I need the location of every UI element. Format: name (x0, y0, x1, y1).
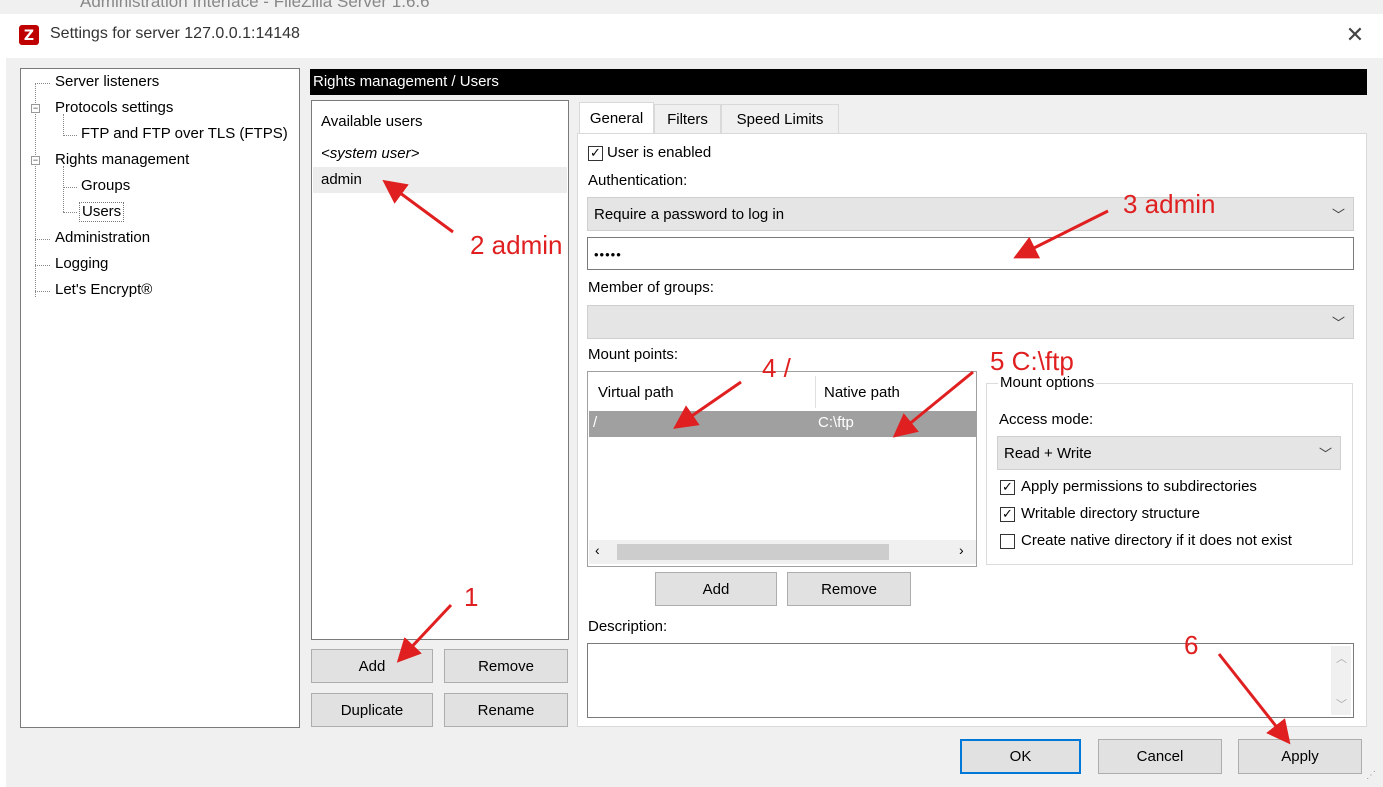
column-header-native-path[interactable]: Native path (824, 384, 900, 401)
scroll-up-icon[interactable]: ︿ (1336, 650, 1347, 666)
close-icon[interactable]: ✕ (1340, 20, 1370, 50)
remove-mount-button[interactable]: Remove (787, 572, 911, 606)
annotation-4: 4 / (762, 353, 791, 383)
background-window-titlebar: Administration Interface - FileZilla Ser… (0, 0, 1383, 14)
authentication-value: Require a password to log in (594, 205, 785, 223)
access-mode-value: Read + Write (1004, 444, 1092, 462)
horizontal-scrollbar[interactable]: ‹ › (589, 540, 976, 564)
writable-directory-checkbox[interactable]: ✓ (1000, 507, 1015, 522)
access-mode-label: Access mode: (999, 411, 1094, 428)
user-item-system[interactable]: <system user> (321, 145, 419, 162)
collapse-icon[interactable]: − (31, 156, 40, 165)
background-window-title: Administration Interface - FileZilla Ser… (80, 0, 430, 11)
cancel-button[interactable]: Cancel (1098, 739, 1222, 774)
annotation-2: 2 admin (470, 230, 563, 260)
users-list-heading: Available users (321, 113, 423, 130)
add-user-button[interactable]: Add (311, 649, 433, 683)
tab-speed-limits[interactable]: Speed Limits (721, 104, 839, 134)
svg-text:Z: Z (24, 28, 34, 44)
mount-virtual-path: / (593, 414, 598, 431)
tab-filters[interactable]: Filters (654, 104, 721, 134)
tree-item-administration[interactable]: Administration (55, 228, 150, 248)
scroll-right-icon[interactable]: › (959, 542, 964, 558)
filezilla-icon: Z (19, 25, 39, 45)
annotation-5: 5 C:\ftp (990, 346, 1074, 376)
password-field[interactable]: ••••• (587, 237, 1354, 270)
duplicate-user-button[interactable]: Duplicate (311, 693, 433, 727)
annotation-6: 6 (1184, 630, 1199, 660)
tree-item-lets-encrypt[interactable]: Let's Encrypt® (55, 280, 152, 300)
dialog-title: Settings for server 127.0.0.1:14148 (50, 25, 300, 42)
annotation-1: 1 (464, 582, 479, 612)
authentication-label: Authentication: (588, 172, 688, 189)
ok-button[interactable]: OK (960, 739, 1081, 774)
apply-button[interactable]: Apply (1238, 739, 1362, 774)
tree-item-server-listeners[interactable]: Server listeners (55, 72, 159, 92)
authentication-select[interactable]: Require a password to log in ﹀ (587, 197, 1354, 231)
remove-user-button[interactable]: Remove (444, 649, 568, 683)
create-native-directory-label: Create native directory if it does not e… (1021, 532, 1292, 549)
user-item-admin[interactable]: admin (321, 171, 362, 188)
groups-label: Member of groups: (588, 279, 714, 296)
apply-permissions-checkbox[interactable]: ✓ (1000, 480, 1015, 495)
tree-item-users[interactable]: Users (79, 202, 125, 222)
vertical-scrollbar[interactable]: ︿ ﹀ (1331, 646, 1351, 715)
scrollbar-thumb[interactable] (617, 544, 889, 560)
resize-grip-icon[interactable]: ⋰ (1366, 770, 1376, 781)
tree-item-logging[interactable]: Logging (55, 254, 108, 274)
create-native-directory-checkbox[interactable] (1000, 534, 1015, 549)
chevron-down-icon: ﹀ (1331, 315, 1345, 331)
mount-points-table: Virtual path Native path / C:\ftp ‹ › (587, 371, 977, 567)
scroll-down-icon[interactable]: ﹀ (1336, 696, 1347, 712)
user-enabled-label: User is enabled (607, 144, 712, 161)
annotation-3: 3 admin (1123, 189, 1216, 219)
table-row[interactable]: / C:\ftp (589, 411, 976, 437)
apply-permissions-label: Apply permissions to subdirectories (1021, 478, 1257, 495)
chevron-down-icon: ﹀ (1331, 207, 1345, 223)
add-mount-button[interactable]: Add (655, 572, 777, 606)
description-label: Description: (588, 618, 668, 635)
groups-select[interactable]: ﹀ (587, 305, 1354, 339)
tree-item-ftp-ftps[interactable]: FTP and FTP over TLS (FTPS) (81, 124, 288, 144)
writable-directory-label: Writable directory structure (1021, 505, 1200, 522)
user-enabled-checkbox[interactable]: ✓ (588, 146, 603, 161)
collapse-icon[interactable]: − (31, 104, 40, 113)
mount-native-path: C:\ftp (818, 414, 854, 431)
tab-general[interactable]: General (579, 102, 654, 134)
tree-item-groups[interactable]: Groups (81, 176, 130, 196)
rename-user-button[interactable]: Rename (444, 693, 568, 727)
description-field[interactable]: ︿ ﹀ (587, 643, 1354, 718)
access-mode-select[interactable]: Read + Write ﹀ (997, 436, 1341, 470)
tree-item-protocols-settings[interactable]: Protocols settings (55, 98, 173, 118)
tree-item-rights-management[interactable]: Rights management (55, 150, 189, 170)
users-list: Available users <system user> admin (311, 100, 569, 640)
section-header: Rights management / Users (310, 69, 1367, 95)
settings-tree: Server listeners − Protocols settings FT… (20, 68, 300, 728)
mount-points-label: Mount points: (588, 346, 679, 363)
column-header-virtual-path[interactable]: Virtual path (598, 384, 674, 401)
chevron-down-icon: ﹀ (1318, 446, 1332, 462)
scroll-left-icon[interactable]: ‹ (595, 542, 600, 558)
